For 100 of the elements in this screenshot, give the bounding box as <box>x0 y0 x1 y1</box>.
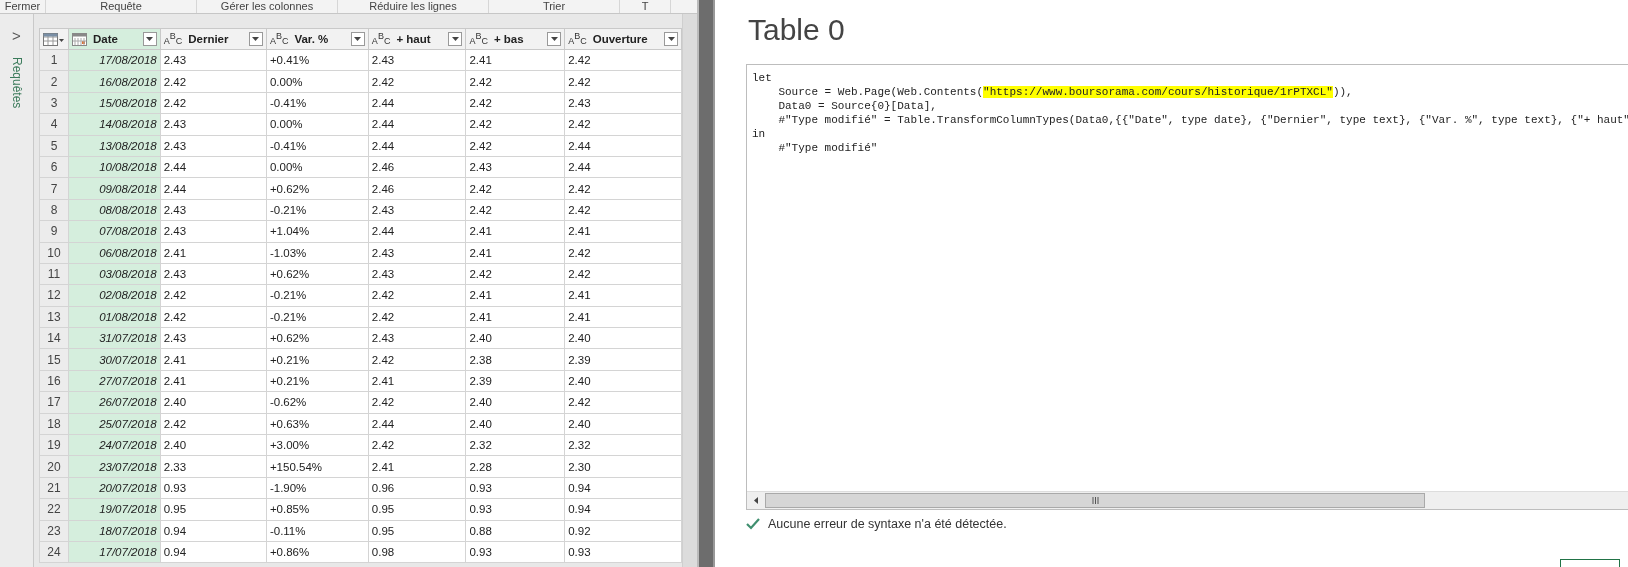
pane-splitter[interactable] <box>697 0 715 567</box>
table-cell: 2.42 <box>160 284 267 307</box>
table-cell: 2.40 <box>160 391 267 414</box>
table-cell: 0.93 <box>465 477 565 499</box>
table-cell: +3.00% <box>266 434 369 456</box>
caret-icon <box>550 37 558 41</box>
table-cell: 0.98 <box>368 541 466 563</box>
column-header: Date <box>93 33 119 45</box>
filter-dropdown-button[interactable] <box>547 32 562 46</box>
row-number: 4 <box>39 113 69 136</box>
table-cell: 2.41 <box>465 242 565 264</box>
table-cell: 2.41 <box>160 348 267 371</box>
table-cell: 0.95 <box>368 498 466 521</box>
row-number: 6 <box>39 156 69 178</box>
table-cell: 0.94 <box>160 520 267 542</box>
row-number: 3 <box>39 92 69 114</box>
row-number: 24 <box>39 541 69 563</box>
table-cell: 2.41 <box>368 455 466 478</box>
table-cell: 2.40 <box>465 413 565 435</box>
filter-dropdown-button[interactable] <box>248 32 263 46</box>
table-cell: 2.42 <box>465 263 565 285</box>
filter-dropdown-button[interactable] <box>142 32 157 46</box>
row-number: 17 <box>39 391 69 414</box>
table-cell: 0.93 <box>465 541 565 563</box>
type-label: ABC <box>568 32 587 46</box>
table-cell: 2.41 <box>368 370 466 392</box>
caret-icon <box>451 37 459 41</box>
syntax-status-message: Aucune erreur de syntaxe n'a été détectée. <box>768 517 1007 531</box>
caret-icon <box>354 37 362 41</box>
column-header: Ouverture <box>592 33 649 45</box>
table-cell: 2.30 <box>564 455 682 478</box>
row-number: 8 <box>39 199 69 221</box>
table-cell: 0.00% <box>266 113 369 136</box>
table-cell: 2.39 <box>564 348 682 371</box>
expand-button[interactable]: > <box>12 28 21 43</box>
table-cell: 2.42 <box>465 113 565 136</box>
table-cell: 2.41 <box>564 306 682 328</box>
column-header: + haut <box>396 33 432 45</box>
table-cell: 2.44 <box>564 135 682 157</box>
ribbon-group-label: Réduire les lignes <box>338 0 489 13</box>
table-cell: 0.95 <box>368 520 466 542</box>
table-cell: 2.42 <box>368 434 466 456</box>
table-cell: 2.43 <box>160 263 267 285</box>
filter-dropdown-button[interactable] <box>448 32 463 46</box>
table-cell: 2.44 <box>368 113 466 136</box>
type-label: ABC <box>269 32 289 46</box>
table-cell: 2.43 <box>368 263 466 285</box>
column-header: Dernier <box>188 33 230 45</box>
table-cell: +0.86% <box>266 541 369 563</box>
table-cell: 2.40 <box>465 327 565 349</box>
calendar-icon <box>72 32 87 46</box>
code-line: #"Type modifié" <box>777 141 879 155</box>
table-cell: 0.93 <box>160 477 267 499</box>
table-cell: 2.44 <box>368 92 466 114</box>
table-cell: 2.41 <box>465 306 565 328</box>
table-cell: -0.11% <box>266 520 369 542</box>
queries-pane-label: Requêtes <box>9 57 24 109</box>
table-cell: +0.21% <box>266 348 369 371</box>
table-cell: 2.42 <box>368 70 466 93</box>
table-cell: 2.43 <box>160 327 267 349</box>
code-line: in <box>752 127 767 141</box>
table-cell: 2.44 <box>564 156 682 178</box>
table-cell: 2.43 <box>465 156 565 178</box>
table-cell: 2.41 <box>160 242 267 264</box>
table-cell: 2.28 <box>465 455 565 478</box>
row-number: 14 <box>39 327 69 349</box>
table-cell: 2.41 <box>564 284 682 307</box>
left-arrow-icon <box>754 497 758 504</box>
table-cell: 2.41 <box>465 284 565 307</box>
query-title: Table 0 <box>748 12 846 48</box>
row-number: 1 <box>39 49 69 71</box>
table-cell: 2.44 <box>368 135 466 157</box>
table-cell: 2.42 <box>564 391 682 414</box>
scrollbar-thumb[interactable] <box>765 493 1425 508</box>
table-cell: -0.21% <box>266 306 369 328</box>
table-cell: -0.21% <box>266 284 369 307</box>
table-cell: -1.03% <box>266 242 369 264</box>
filter-dropdown-button[interactable] <box>664 32 678 46</box>
row-number: 7 <box>39 177 69 200</box>
table-cell: +0.63% <box>266 413 369 435</box>
table-cell: 2.42 <box>564 263 682 285</box>
filter-dropdown-button[interactable] <box>350 32 365 46</box>
table-cell: +0.62% <box>266 327 369 349</box>
table-cell: 2.43 <box>368 242 466 264</box>
code-line: #"Type modifié" = Table.TransformColumnTypes(Data0,{{"Date", type date}, {"Dernier", type text}, {"Var. %", type text}, {"+ haut" <box>777 113 1628 127</box>
table-cell: 2.42 <box>368 284 466 307</box>
table-cell: 2.44 <box>160 156 267 178</box>
table-cell: 2.42 <box>160 70 267 93</box>
table-cell: 2.43 <box>160 135 267 157</box>
vertical-scrollbar[interactable] <box>682 14 697 567</box>
ribbon-group-label: Requête <box>46 0 197 13</box>
dialog-button[interactable] <box>1560 559 1620 567</box>
table-menu-icon[interactable] <box>43 32 65 46</box>
table-cell: 2.44 <box>368 413 466 435</box>
row-number: 19 <box>39 434 69 456</box>
ribbon-group-label: Gérer les colonnes <box>197 0 338 13</box>
table-cell: 2.42 <box>564 199 682 221</box>
caret-icon <box>252 37 260 41</box>
table-cell: 2.43 <box>160 49 267 71</box>
table-cell: 2.42 <box>465 92 565 114</box>
